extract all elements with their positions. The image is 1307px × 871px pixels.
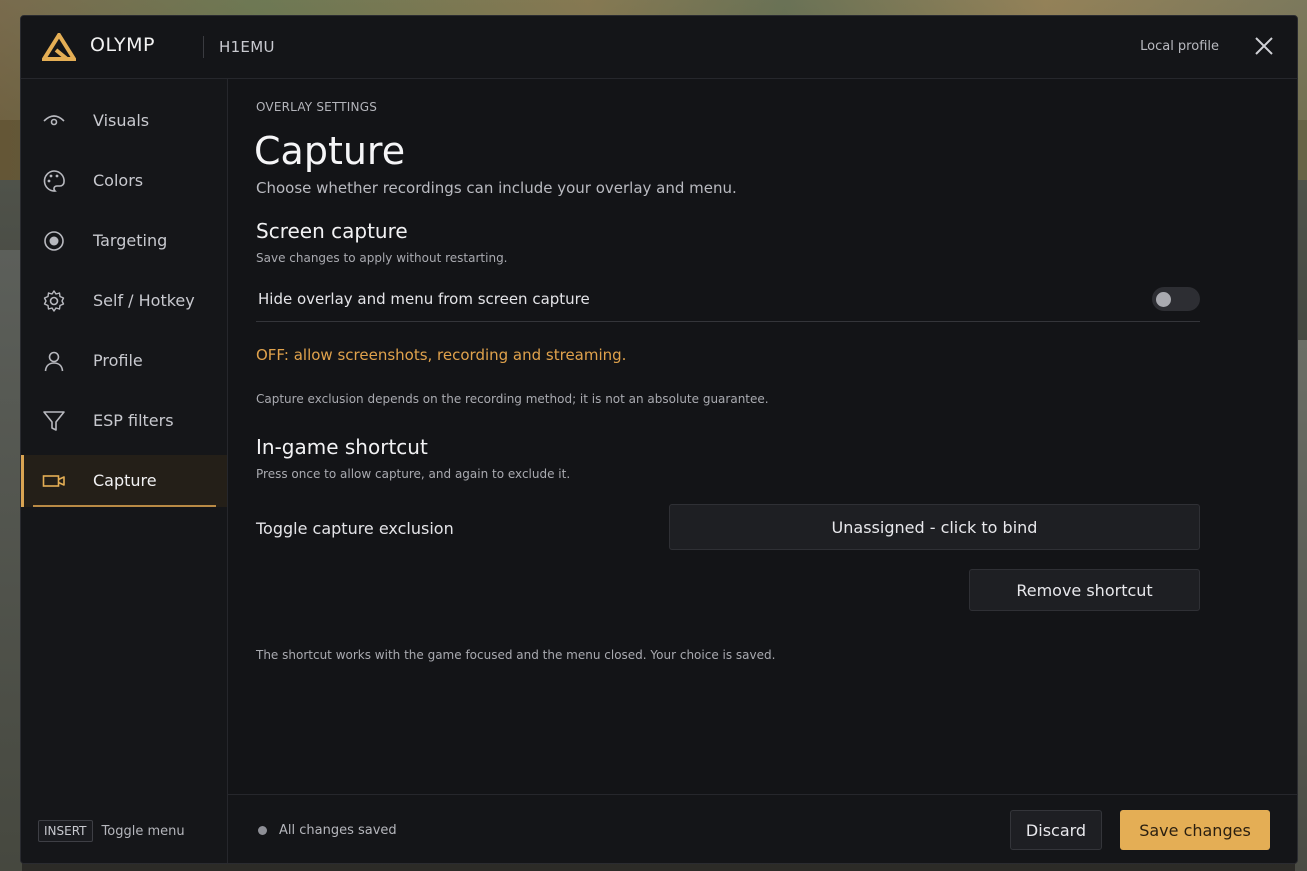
hide-overlay-label: Hide overlay and menu from screen captur… <box>258 290 590 308</box>
bind-shortcut-button[interactable]: Unassigned - click to bind <box>669 504 1200 550</box>
sidebar-item-label: Profile <box>93 351 143 370</box>
sidebar-item-esp-filters[interactable]: ESP filters <box>21 395 227 447</box>
sidebar-item-label: Colors <box>93 171 144 190</box>
footer-bar: All changes saved Discard Save changes <box>228 794 1297 863</box>
close-icon[interactable] <box>1253 35 1275 57</box>
page-description: Choose whether recordings can include yo… <box>256 179 737 197</box>
capture-exclusion-note: Capture exclusion depends on the recordi… <box>256 392 769 406</box>
target-icon <box>44 231 64 251</box>
shortcut-subtitle: Press once to allow capture, and again t… <box>256 467 571 481</box>
save-changes-button[interactable]: Save changes <box>1120 810 1270 850</box>
insert-key-badge: INSERT <box>38 820 93 842</box>
shortcut-note: The shortcut works with the game focused… <box>256 648 776 662</box>
sidebar-item-label: Self / Hotkey <box>93 291 195 310</box>
remove-shortcut-button[interactable]: Remove shortcut <box>969 569 1200 611</box>
user-icon <box>44 351 64 372</box>
gear-icon <box>43 290 65 312</box>
sidebar-item-capture[interactable]: Capture <box>21 455 227 507</box>
page-title: Capture <box>254 129 406 173</box>
screen-capture-subtitle: Save changes to apply without restarting… <box>256 251 508 265</box>
shortcut-heading: In-game shortcut <box>256 435 428 459</box>
title-divider <box>203 36 204 58</box>
hotkey-hint-text: Toggle menu <box>101 823 185 839</box>
screen-capture-heading: Screen capture <box>256 219 408 243</box>
palette-icon <box>43 170 65 192</box>
toggle-capture-label: Toggle capture exclusion <box>256 519 454 538</box>
row-divider <box>256 321 1200 322</box>
capture-settings-panel: OVERLAY SETTINGS Capture Choose whether … <box>228 79 1297 794</box>
overlay-window: OLYMP H1EMU Local profile Visuals Colors <box>20 15 1298 864</box>
menu-hotkey-hint: INSERT Toggle menu <box>38 820 185 842</box>
eye-icon <box>43 115 65 126</box>
sidebar-item-visuals[interactable]: Visuals <box>21 95 227 147</box>
game-name: H1EMU <box>219 38 275 56</box>
profile-label[interactable]: Local profile <box>1140 39 1219 54</box>
olymp-logo-icon <box>42 33 76 61</box>
section-eyebrow: OVERLAY SETTINGS <box>256 100 378 114</box>
sidebar-item-targeting[interactable]: Targeting <box>21 215 227 267</box>
sidebar: Visuals Colors Targeting Self / Hotkey P… <box>21 79 228 863</box>
sidebar-item-label: Targeting <box>93 231 168 250</box>
save-status-text: All changes saved <box>279 823 397 838</box>
brand-name: OLYMP <box>90 34 155 56</box>
sidebar-item-colors[interactable]: Colors <box>21 155 227 207</box>
save-status-dot <box>258 826 267 835</box>
hide-overlay-toggle[interactable] <box>1152 287 1200 311</box>
title-bar: OLYMP H1EMU Local profile <box>21 16 1297 79</box>
capture-status-text: OFF: allow screenshots, recording and st… <box>256 346 627 364</box>
sidebar-item-label: ESP filters <box>93 411 174 430</box>
sidebar-item-label: Capture <box>93 471 157 490</box>
sidebar-item-profile[interactable]: Profile <box>21 335 227 387</box>
sidebar-item-label: Visuals <box>93 111 150 130</box>
filter-icon <box>43 411 65 431</box>
camera-icon <box>42 475 65 487</box>
sidebar-item-self-hotkey[interactable]: Self / Hotkey <box>21 275 227 327</box>
discard-button[interactable]: Discard <box>1010 810 1102 850</box>
toggle-knob <box>1156 292 1171 307</box>
